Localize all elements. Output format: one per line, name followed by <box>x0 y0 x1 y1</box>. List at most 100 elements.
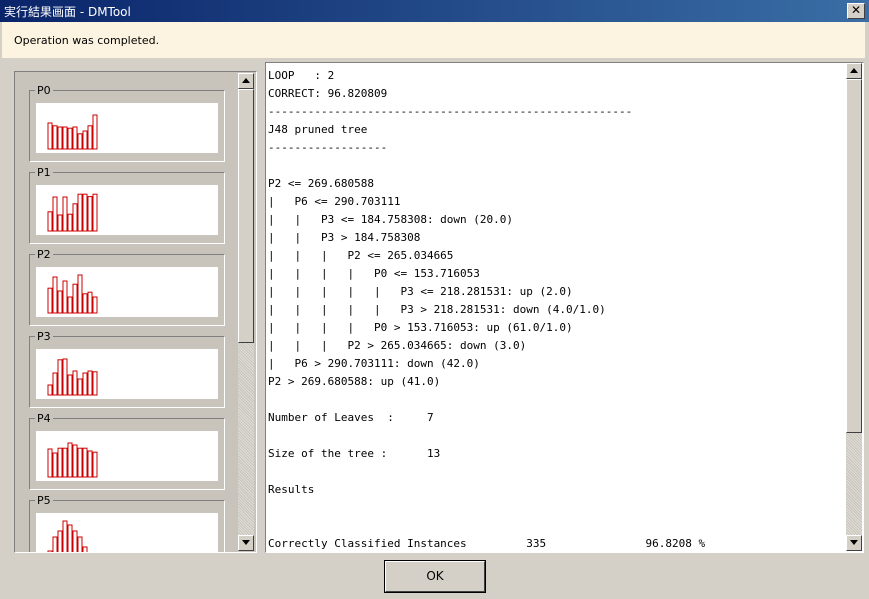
histogram-group-p5: P5 <box>29 494 225 552</box>
histogram-bar <box>57 530 63 552</box>
histogram-bar <box>72 126 78 150</box>
histogram-bar <box>72 444 78 478</box>
histogram-bar <box>47 550 53 552</box>
histogram-svg <box>47 358 98 396</box>
histogram-bar <box>92 371 98 396</box>
histogram-scrollbar[interactable] <box>238 73 254 551</box>
group-label: P0 <box>35 84 53 97</box>
histogram-bar <box>92 193 98 232</box>
scroll-down-button[interactable] <box>846 535 862 551</box>
histogram-group-p3: P3 <box>29 330 225 408</box>
histogram-group-p0: P0 <box>29 84 225 162</box>
histogram-bar <box>82 193 88 232</box>
histogram-plot <box>36 349 218 399</box>
histogram-bar <box>67 442 73 478</box>
histogram-bar <box>62 280 68 314</box>
scroll-thumb[interactable] <box>238 89 254 343</box>
histogram-bar <box>47 384 53 396</box>
histogram-bar <box>82 372 88 396</box>
histogram-bar <box>67 524 73 552</box>
histogram-plot <box>36 431 218 481</box>
arrow-up-icon <box>850 68 858 73</box>
histogram-bar <box>82 130 88 150</box>
histogram-bar <box>82 447 88 478</box>
histogram-group-p4: P4 <box>29 412 225 490</box>
group-label: P3 <box>35 330 53 343</box>
histogram-plot <box>36 513 218 552</box>
histogram-bar <box>67 213 73 232</box>
histogram-bar <box>47 211 53 232</box>
scroll-down-button[interactable] <box>238 535 254 551</box>
histogram-bar <box>57 126 63 150</box>
histogram-bar <box>82 293 88 314</box>
histogram-bar <box>92 296 98 314</box>
scroll-up-button[interactable] <box>846 63 862 79</box>
histogram-bar <box>87 291 93 314</box>
histogram-bar <box>77 193 83 232</box>
histogram-bar <box>72 370 78 396</box>
status-message: Operation was completed. <box>14 34 160 47</box>
histogram-svg <box>47 520 88 552</box>
histogram-bar <box>87 370 93 396</box>
ok-button[interactable]: OK <box>385 561 485 592</box>
histogram-bar <box>72 283 78 314</box>
title-bar[interactable]: 実行結果画面 - DMTool ✕ <box>0 0 869 22</box>
result-scrollbar[interactable] <box>846 63 862 551</box>
histogram-svg <box>47 114 98 150</box>
result-text: LOOP : 2 CORRECT: 96.820809 ------------… <box>268 69 706 550</box>
histogram-bar <box>72 203 78 232</box>
histogram-bar <box>57 290 63 314</box>
close-button[interactable]: ✕ <box>847 3 865 19</box>
histogram-bar <box>52 276 58 314</box>
histogram-bar <box>67 296 73 314</box>
histogram-group-p2: P2 <box>29 248 225 326</box>
histogram-bar <box>62 196 68 232</box>
histogram-bar <box>47 448 53 478</box>
scroll-up-button[interactable] <box>238 73 254 89</box>
scroll-thumb[interactable] <box>846 79 862 433</box>
histogram-bar <box>87 450 93 478</box>
group-label: P5 <box>35 494 53 507</box>
histogram-plot <box>36 103 218 153</box>
arrow-down-icon <box>850 540 858 545</box>
histogram-plot <box>36 267 218 317</box>
histogram-bar <box>52 372 58 396</box>
window-title: 実行結果画面 - DMTool <box>4 5 131 19</box>
result-text-area[interactable]: LOOP : 2 CORRECT: 96.820809 ------------… <box>265 62 864 553</box>
histogram-bar <box>67 374 73 396</box>
group-label: P1 <box>35 166 53 179</box>
arrow-down-icon <box>242 540 250 545</box>
histogram-bar <box>87 196 93 232</box>
histogram-bar <box>62 447 68 478</box>
histogram-bar <box>57 447 63 478</box>
histogram-plot <box>36 185 218 235</box>
group-label: P4 <box>35 412 53 425</box>
histogram-bar <box>77 133 83 150</box>
histogram-bar <box>77 536 83 552</box>
histogram-bar <box>62 358 68 396</box>
histogram-bar <box>62 520 68 552</box>
histogram-svg <box>47 274 98 314</box>
histogram-svg <box>47 442 98 478</box>
group-label: P2 <box>35 248 53 261</box>
histogram-bar <box>87 125 93 150</box>
histogram-bar <box>62 126 68 150</box>
histogram-bar <box>67 127 73 150</box>
histogram-bar <box>77 378 83 396</box>
histogram-bar <box>92 451 98 478</box>
histogram-bar <box>52 452 58 478</box>
histogram-bar <box>77 274 83 314</box>
histogram-bar <box>57 214 63 232</box>
histogram-panel: P0 P1 P2 P3 P4 P5 <box>14 71 257 553</box>
histogram-bar <box>92 114 98 150</box>
arrow-up-icon <box>242 78 250 83</box>
histogram-bar <box>47 287 53 314</box>
histogram-bar <box>52 125 58 150</box>
histogram-bar <box>52 196 58 232</box>
histogram-bar <box>72 530 78 552</box>
histogram-bar <box>57 359 63 396</box>
histogram-bar <box>52 536 58 552</box>
histogram-svg <box>47 193 98 232</box>
histogram-bar <box>47 122 53 150</box>
histogram-bar <box>82 546 88 552</box>
